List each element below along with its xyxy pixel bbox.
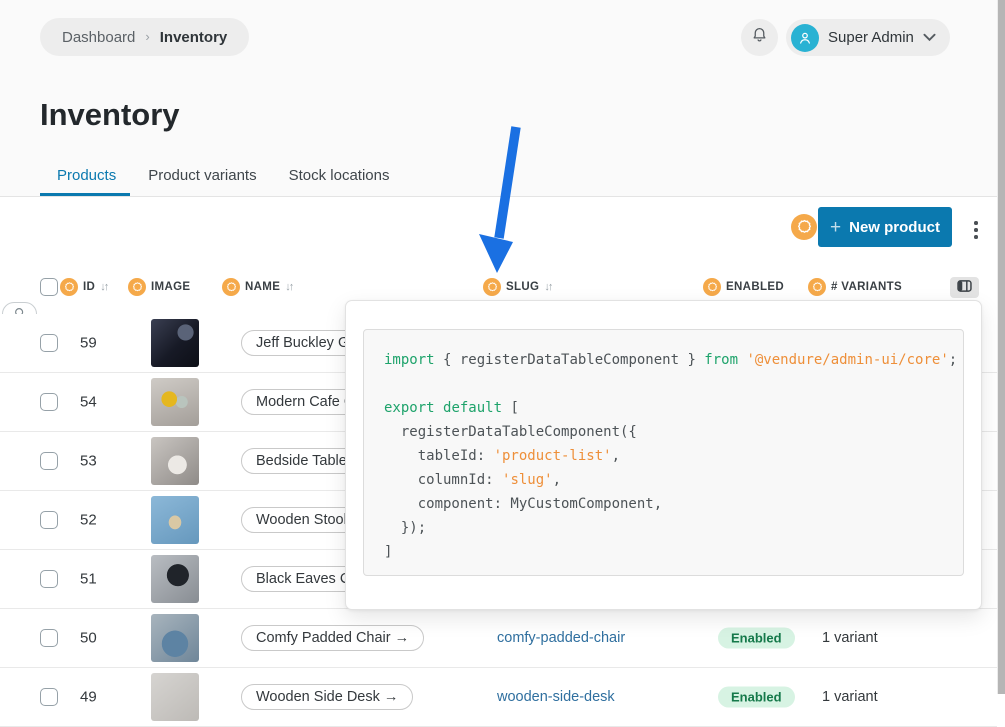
tab-product-variants[interactable]: Product variants [148,166,256,186]
extension-badge-icon [483,278,501,296]
user-avatar-icon [791,24,819,52]
kebab-menu-button[interactable] [968,217,984,243]
column-header-enabled[interactable]: ENABLED [703,276,784,298]
product-name-link[interactable]: Bedside Table [241,448,362,474]
table-header: ID ↓↑ IMAGE NAME ↓↑ SLUG ↓↑ ENABLED # VA… [0,276,1005,302]
product-id: 49 [80,689,97,706]
product-image [151,673,199,721]
new-product-button[interactable]: + New product [818,207,952,247]
column-header-id[interactable]: ID ↓↑ [60,276,107,298]
column-picker-icon [957,279,972,297]
sort-icon[interactable]: ↓↑ [100,281,107,293]
extension-badge-icon [703,278,721,296]
extension-badge-icon [808,278,826,296]
product-id: 52 [80,512,97,529]
sort-icon[interactable]: ↓↑ [285,281,292,293]
code-snippet-popup: import { registerDataTableComponent } fr… [345,300,982,610]
row-checkbox[interactable] [40,629,58,647]
column-header-image[interactable]: IMAGE [128,276,190,298]
product-image [151,614,199,662]
tabs: Products Product variants Stock locations [57,166,389,186]
scrollbar-thumb[interactable] [998,0,1005,694]
table-row: 50 Comfy Padded Chair → comfy-padded-cha… [0,609,997,668]
row-checkbox[interactable] [40,688,58,706]
product-name-link[interactable]: Wooden Side Desk → [241,684,413,710]
product-image [151,496,199,544]
product-id: 59 [80,335,97,352]
product-id: 50 [80,630,97,647]
product-id: 53 [80,453,97,470]
row-checkbox[interactable] [40,511,58,529]
breadcrumb-separator-icon: › [145,29,149,44]
status-badge: Enabled [718,628,795,649]
sort-icon[interactable]: ↓↑ [544,281,551,293]
product-id: 51 [80,571,97,588]
plus-icon: + [830,218,841,237]
table-row: 49 Wooden Side Desk → wooden-side-desk E… [0,668,997,727]
product-image [151,555,199,603]
product-image [151,437,199,485]
scrollbar-track [997,0,1005,694]
breadcrumb-dashboard[interactable]: Dashboard [62,29,135,46]
variant-count: 1 variant [822,630,878,646]
extension-badge-icon [60,278,78,296]
notifications-button[interactable] [741,19,778,56]
column-header-name[interactable]: NAME ↓↑ [222,276,292,298]
breadcrumb: Dashboard › Inventory [40,18,249,56]
extension-badge-icon [128,278,146,296]
tab-products[interactable]: Products [57,166,116,186]
user-name: Super Admin [828,29,914,46]
row-checkbox[interactable] [40,334,58,352]
code-block: import { registerDataTableComponent } fr… [363,329,964,576]
product-image [151,378,199,426]
row-checkbox[interactable] [40,452,58,470]
bell-icon [751,26,768,49]
extension-badge-icon [791,214,817,240]
tab-stock-locations[interactable]: Stock locations [289,166,390,186]
product-name-link[interactable]: Comfy Padded Chair → [241,625,424,651]
status-badge: Enabled [718,687,795,708]
page-title: Inventory [40,97,180,133]
product-slug[interactable]: comfy-padded-chair [497,630,625,646]
extension-badge-icon [222,278,240,296]
column-picker-button[interactable] [950,277,979,298]
product-id: 54 [80,394,97,411]
product-slug[interactable]: wooden-side-desk [497,689,615,705]
product-name-link[interactable]: Wooden Stool [241,507,362,533]
user-menu[interactable]: Super Admin [786,19,950,56]
column-header-slug[interactable]: SLUG ↓↑ [483,276,551,298]
chevron-down-icon [923,29,936,47]
row-checkbox[interactable] [40,393,58,411]
select-all-checkbox[interactable] [40,278,58,296]
breadcrumb-inventory[interactable]: Inventory [160,29,228,46]
variant-count: 1 variant [822,689,878,705]
row-checkbox[interactable] [40,570,58,588]
product-image [151,319,199,367]
column-header-variants[interactable]: # VARIANTS [808,276,902,298]
